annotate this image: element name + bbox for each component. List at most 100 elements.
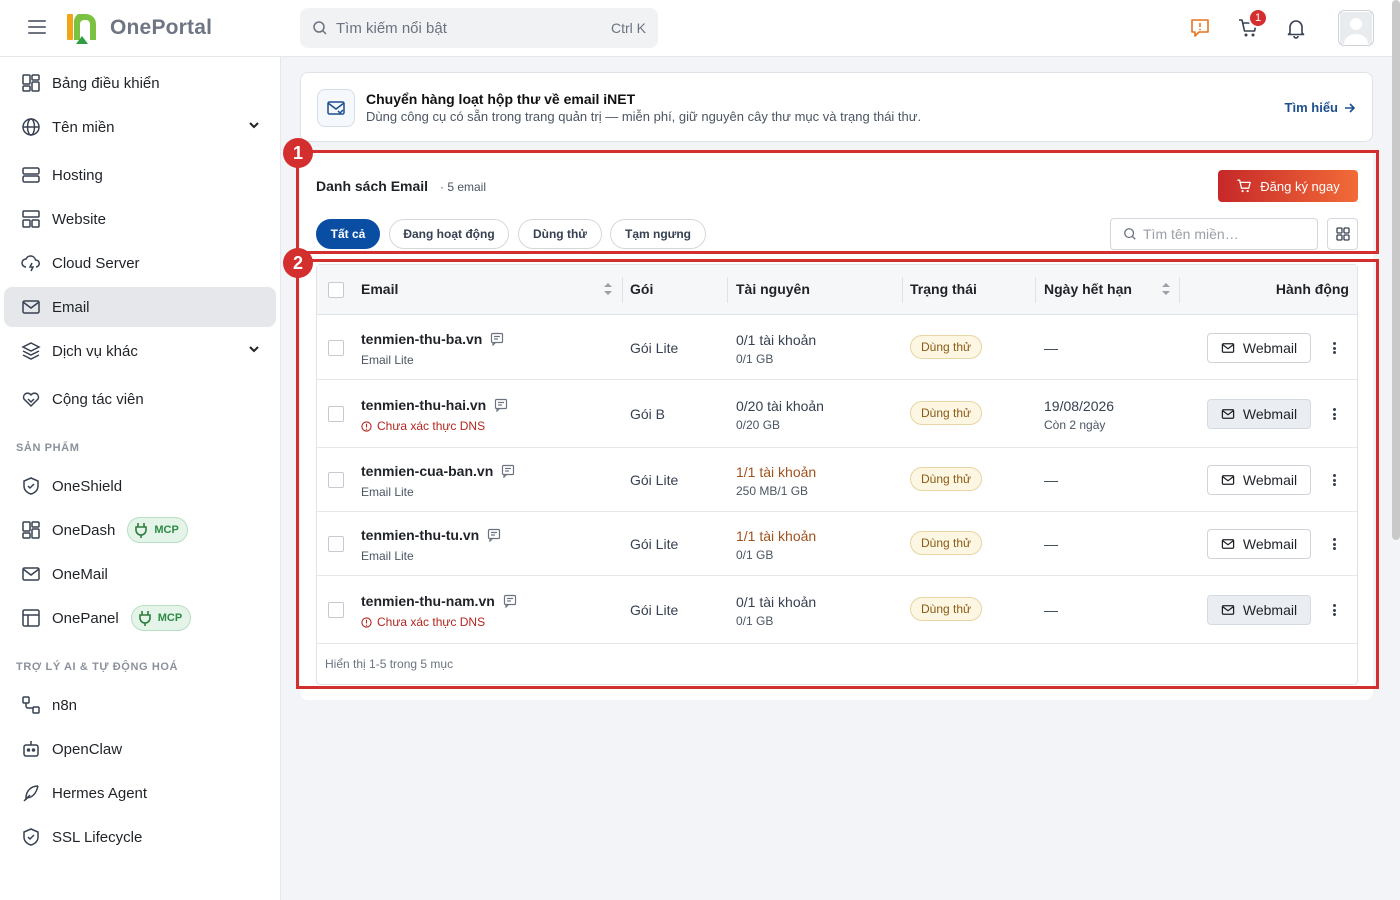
scrollbar[interactable] xyxy=(1392,0,1400,540)
note-icon[interactable] xyxy=(490,332,504,346)
filter-all[interactable]: Tất cả xyxy=(316,219,380,249)
filter-active[interactable]: Đang hoạt động xyxy=(389,219,509,249)
expiry-date: — xyxy=(1044,340,1058,356)
webmail-button[interactable]: Webmail xyxy=(1207,465,1311,495)
resource-storage: 0/1 GB xyxy=(736,352,774,366)
sidebar-item-hermes-agent[interactable]: Hermes Agent xyxy=(4,773,276,813)
note-icon[interactable] xyxy=(487,528,501,542)
more-actions-icon[interactable] xyxy=(1328,471,1340,489)
sidebar-item-onemail[interactable]: OneMail xyxy=(4,554,276,594)
email-subtext: Email Lite xyxy=(361,549,501,563)
email-subtext-label: Email Lite xyxy=(361,485,414,499)
table-row[interactable]: tenmien-cua-ban.vn Email Lite Gói Lite 1/1 … xyxy=(317,448,1357,512)
sidebar-item-label: Hosting xyxy=(52,166,103,184)
status-badge: Dùng thử xyxy=(910,597,983,621)
mail-icon xyxy=(1221,475,1235,485)
email-table: Email Gói Tài nguyên Trạng thái Ngày hết… xyxy=(316,264,1358,685)
sidebar-item-website[interactable]: Website xyxy=(4,199,276,239)
webmail-button[interactable]: Webmail xyxy=(1207,529,1311,559)
avatar[interactable] xyxy=(1338,10,1374,46)
learn-more-link[interactable]: Tìm hiểu xyxy=(1285,100,1356,115)
row-checkbox[interactable] xyxy=(328,536,344,552)
resource-storage: 250 MB/1 GB xyxy=(736,484,809,498)
table-row[interactable]: tenmien-thu-ba.vn Email Lite Gói Lite 0/1 t… xyxy=(317,316,1357,380)
sidebar-item-cloud-server[interactable]: Cloud Server xyxy=(4,243,276,283)
expiry-cell: — xyxy=(1044,536,1058,552)
status-badge: Dùng thử xyxy=(910,467,983,491)
resource-accounts: 0/1 tài khoản xyxy=(736,594,817,610)
note-icon[interactable] xyxy=(501,464,515,478)
select-all-checkbox[interactable] xyxy=(328,282,344,298)
sidebar-item-onedash[interactable]: OneDash MCP xyxy=(4,510,276,550)
more-actions-icon[interactable] xyxy=(1328,339,1340,357)
filter-trial[interactable]: Dùng thử xyxy=(518,219,602,249)
menu-icon[interactable] xyxy=(28,20,46,34)
filter-suspended[interactable]: Tạm ngưng xyxy=(610,219,706,249)
chevron-down-icon[interactable] xyxy=(248,119,260,131)
sidebar-item-hosting[interactable]: Hosting xyxy=(4,155,276,195)
column-expiry[interactable]: Ngày hết hạn xyxy=(1044,281,1132,297)
more-actions-icon[interactable] xyxy=(1328,405,1340,423)
mail-icon xyxy=(20,296,42,318)
row-checkbox[interactable] xyxy=(328,340,344,356)
sidebar-item-domains[interactable]: Tên miền xyxy=(4,107,276,147)
sidebar-item-n8n[interactable]: n8n xyxy=(4,685,276,725)
table-row[interactable]: tenmien-thu-tu.vn Email Lite Gói Lite 1/1 t… xyxy=(317,512,1357,576)
more-actions-icon[interactable] xyxy=(1328,601,1340,619)
row-checkbox[interactable] xyxy=(328,406,344,422)
mail-check-icon xyxy=(317,89,355,127)
note-icon[interactable] xyxy=(494,398,508,412)
webmail-button[interactable]: Webmail xyxy=(1207,595,1311,625)
webmail-button[interactable]: Webmail xyxy=(1207,399,1311,429)
plan-cell: Gói Lite xyxy=(630,602,679,618)
note-icon[interactable] xyxy=(503,594,517,608)
workflow-icon xyxy=(20,694,42,716)
status-cell: Dùng thử xyxy=(910,597,983,621)
grid-view-button[interactable] xyxy=(1327,218,1358,250)
domain-name[interactable]: tenmien-thu-tu.vn xyxy=(361,527,479,543)
sidebar-item-dashboard[interactable]: Bảng điều khiển xyxy=(4,63,276,103)
sidebar-item-oneshield[interactable]: OneShield xyxy=(4,466,276,506)
feedback-icon[interactable] xyxy=(1188,16,1212,40)
chevron-down-icon[interactable] xyxy=(248,343,260,355)
sidebar-item-onepanel[interactable]: OnePanel MCP xyxy=(4,598,276,638)
status-badge: Dùng thử xyxy=(910,401,983,425)
logo[interactable]: OnePortal xyxy=(64,10,212,46)
domain-name[interactable]: tenmien-thu-nam.vn xyxy=(361,593,495,609)
sidebar-item-other-services[interactable]: Dịch vụ khác xyxy=(4,331,276,371)
status-cell: Dùng thử xyxy=(910,335,983,359)
sidebar-item-email[interactable]: Email xyxy=(4,287,276,327)
table-row[interactable]: tenmien-thu-hai.vn Chưa xác thực DNS Gói B… xyxy=(317,380,1357,448)
global-search[interactable]: Tìm kiếm nổi bật Ctrl K xyxy=(300,8,658,48)
sidebar-item-label: OneMail xyxy=(52,565,108,583)
sidebar-item-affiliate[interactable]: Cộng tác viên xyxy=(4,379,276,419)
mcp-label: MCP xyxy=(157,612,183,624)
domain-name[interactable]: tenmien-thu-ba.vn xyxy=(361,331,482,347)
column-separator xyxy=(1035,277,1036,303)
domain-name[interactable]: tenmien-cua-ban.vn xyxy=(361,463,493,479)
row-checkbox[interactable] xyxy=(328,602,344,618)
sort-icon[interactable] xyxy=(603,281,613,297)
sidebar-item-openclaw[interactable]: OpenClaw xyxy=(4,729,276,769)
sidebar-item-label: Email xyxy=(52,298,90,316)
server-icon xyxy=(20,164,42,186)
feather-icon xyxy=(20,782,42,804)
register-button[interactable]: Đăng ký ngay xyxy=(1218,170,1358,202)
webmail-label: Webmail xyxy=(1242,602,1298,618)
column-email[interactable]: Email xyxy=(361,281,398,297)
sidebar-item-label: OneDash xyxy=(52,521,116,539)
table-row[interactable]: tenmien-thu-nam.vn Chưa xác thực DNS Gói L… xyxy=(317,576,1357,644)
resource-storage: 0/1 GB xyxy=(736,548,774,562)
sort-icon[interactable] xyxy=(1161,281,1171,297)
list-count: · 5 email xyxy=(440,180,487,194)
webmail-button[interactable]: Webmail xyxy=(1207,333,1311,363)
domain-search-input[interactable]: Tìm tên miền… xyxy=(1110,218,1318,250)
bell-icon[interactable] xyxy=(1284,16,1308,40)
annotation-badge-2: 2 xyxy=(283,248,313,278)
row-checkbox[interactable] xyxy=(328,472,344,488)
domain-name[interactable]: tenmien-thu-hai.vn xyxy=(361,397,486,413)
more-actions-icon[interactable] xyxy=(1328,535,1340,553)
sidebar-item-ssl-lifecycle[interactable]: SSL Lifecycle xyxy=(4,817,276,857)
resource-accounts: 1/1 tài khoản xyxy=(736,528,817,544)
sidebar-item-label: OpenClaw xyxy=(52,740,123,758)
